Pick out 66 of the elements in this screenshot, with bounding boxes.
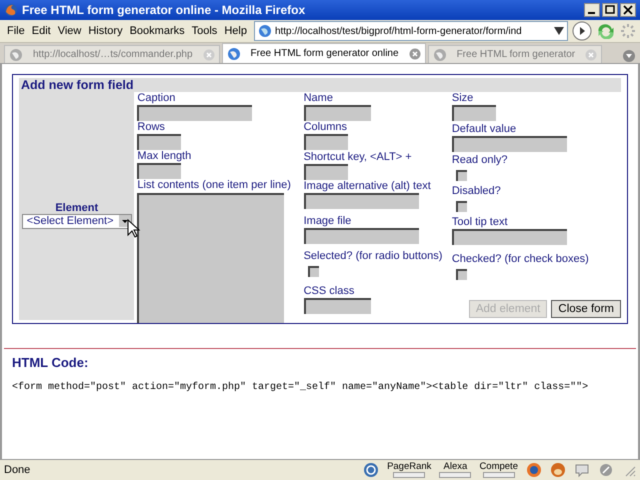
input-field[interactable] [304,164,348,180]
input-field[interactable] [304,134,348,150]
status-text: Done [4,464,30,476]
globe-icon [9,48,23,62]
field-label: Read only? [452,154,509,167]
field-label: Disabled? [452,185,502,198]
menu-item[interactable]: History [85,25,127,37]
globe-icon [432,48,447,62]
menu-item[interactable]: Tools [188,25,222,37]
rank-meter[interactable]: Alexa [439,462,472,478]
close-icon[interactable] [620,3,636,17]
field-label: Checked? (for check boxes) [452,253,590,266]
field-label: Shortcut key, <ALT> + [304,150,413,164]
address-field[interactable]: http://localhost/test/bigprof/html-form-generator/form/ind [254,21,568,41]
spinner-icon [620,23,636,39]
field-label: Default value [452,123,518,136]
input-field[interactable] [304,228,419,244]
field-label: Image file [304,214,352,228]
field-label: Selected? (for radio buttons) [304,250,444,263]
cursor-icon [126,218,141,238]
field-label: Size [452,92,474,105]
input-field[interactable] [137,163,182,179]
checkbox[interactable] [456,170,467,181]
html-code: <form method="post" action="myform.php" target="_self" name="anyName"><table dir="ltr" class=""> [12,382,590,393]
rank-meter[interactable]: PageRank [387,462,432,478]
input-field[interactable] [304,298,371,314]
globe-icon [226,46,241,60]
field-label: Rows [137,121,166,134]
minimize-icon[interactable] [584,3,600,17]
menu-item[interactable]: Edit [28,25,55,37]
maximize-icon[interactable] [602,3,618,17]
close-form-button[interactable]: Close form [551,300,621,318]
field-label: Tool tip text [452,216,508,229]
input-field[interactable] [137,105,252,121]
field-label: Max length [137,150,192,163]
rank-meter[interactable]: Compete [479,462,518,478]
speech-bubble-icon[interactable] [574,462,590,478]
dropdown-icon [554,27,564,35]
input-field[interactable] [304,192,419,209]
field-label: Name [304,92,334,105]
tab-list-icon[interactable] [622,49,636,63]
input-field[interactable] [452,229,567,245]
field-label: Image alternative (alt) text [304,180,432,193]
field-label: CSS class [304,284,356,298]
field-label: Caption [137,92,176,105]
field-label: List contents (one item per line) [137,179,292,192]
input-field[interactable] [452,105,496,121]
play-icon[interactable] [572,21,592,41]
checkbox[interactable] [456,201,467,212]
input-field[interactable] [304,105,371,121]
menu-item[interactable]: File [4,25,29,37]
browser-tab[interactable]: Free HTML form generator online [222,43,426,63]
code-heading: HTML Code: [12,355,90,370]
input-field[interactable] [452,136,567,152]
menu-item[interactable]: Bookmarks [126,25,189,37]
element-label: Element [55,202,98,214]
form-title: Add new form field [19,78,621,92]
menu-item[interactable]: Help [221,25,251,37]
menu-item[interactable]: View [54,25,86,37]
field-label: Columns [304,121,348,134]
checkbox[interactable] [456,269,467,280]
globe-icon [258,24,272,38]
text-area[interactable] [137,193,284,323]
checkbox[interactable] [308,266,319,277]
window-title: Free HTML form generator online - Mozilla Firefox [22,3,306,17]
input-field[interactable] [137,134,182,150]
